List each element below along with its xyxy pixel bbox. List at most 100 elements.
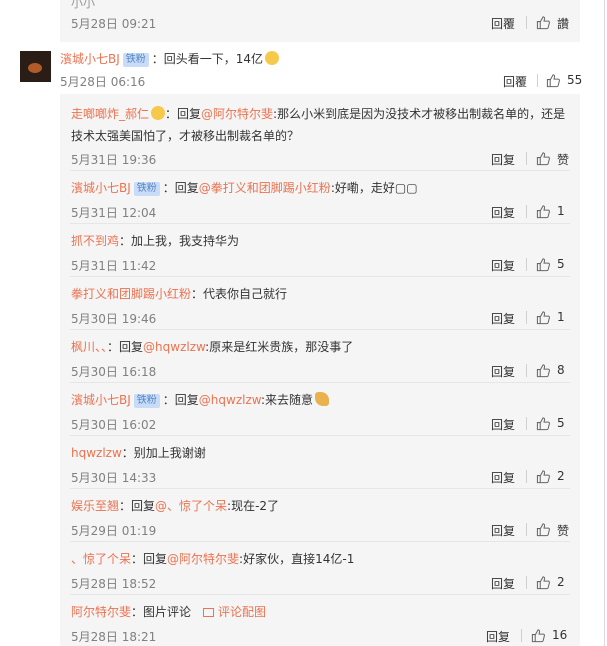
avatar[interactable]	[20, 51, 51, 82]
emoji-icon	[265, 51, 280, 65]
mention-link[interactable]: @阿尔特尔斐	[167, 552, 239, 566]
action-divider	[526, 152, 527, 165]
action-divider	[521, 629, 522, 642]
reply-button[interactable]: 回复	[486, 628, 510, 645]
reply-username[interactable]: 枫川、、	[71, 340, 107, 354]
thumbs-up-icon	[546, 74, 560, 88]
comment-thread: 小小 5月28日 09:21 回覆 讚 濱城小七BJ 铁粉 ：回头看一下，14亿 5…	[0, 0, 607, 646]
reply-time: 5月31日 11:42	[71, 259, 157, 273]
like-count: 1	[557, 204, 565, 218]
like-count: 1	[557, 310, 565, 324]
like-count: 5	[557, 257, 565, 271]
mention-link[interactable]: @hqwzlzw	[199, 393, 261, 407]
reply-username[interactable]: 娱乐至翘	[71, 499, 119, 513]
like-count: 2	[557, 469, 565, 483]
reply-time: 5月30日 16:02	[71, 418, 157, 432]
reply-item: 濱城小七BJ 铁粉 ：回复@拳打义和团脚踢小红粉:好嘞，走好▢▢ 5月31日 12:…	[60, 171, 580, 224]
reply-text-line: 拳打义和团脚踢小红粉：代表你自己就行	[71, 283, 570, 305]
emoji-icon	[314, 392, 329, 406]
like-count: 55	[567, 73, 583, 87]
mention-link[interactable]: @、惊了个呆	[155, 499, 227, 513]
reply-prefix: ：回复	[162, 181, 199, 195]
cutoff-text: 小小	[71, 0, 96, 10]
thumbs-up-icon	[531, 629, 545, 643]
reply-button[interactable]: 回覆	[503, 73, 527, 90]
thumbs-up-icon	[536, 576, 550, 590]
reply-button[interactable]: 回复	[491, 257, 515, 274]
mention-link[interactable]: @拳打义和团脚踢小红粉	[199, 181, 331, 195]
reply-time: 5月30日 19:46	[71, 312, 157, 326]
thumbs-up-icon	[536, 523, 550, 537]
mention-link[interactable]: @阿尔特尔斐	[201, 107, 273, 121]
action-divider	[526, 576, 527, 589]
thumbs-up-icon	[536, 152, 550, 166]
reply-item: 娱乐至翘：回复@、惊了个呆:现在-2了 5月29日 01:19 回复 赞	[60, 489, 580, 542]
reply-item: 濱城小七BJ 铁粉 ：回复@hqwzlzw:来去随意 5月30日 16:02 回复 …	[60, 383, 580, 436]
reply-item: 抓不到鸡：加上我，我支持华为 5月31日 11:42 回复 5	[60, 224, 580, 277]
comment-username[interactable]: 濱城小七BJ	[60, 52, 120, 66]
action-divider	[526, 16, 527, 29]
like-count: 2	[557, 575, 565, 589]
like-count: 16	[552, 628, 568, 642]
reply-prefix: ：回复	[162, 393, 199, 407]
reply-time: 5月28日 18:52	[71, 577, 157, 591]
like-count: 赞	[557, 524, 570, 538]
reply-item: 拳打义和团脚踢小红粉：代表你自己就行 5月30日 19:46 回复 1	[60, 277, 580, 330]
reply-username[interactable]: 濱城小七BJ	[71, 181, 131, 195]
reply-text-line: 走啷啷炸_郝仁 ：回复@阿尔特尔斐:那么小米到底是因为没技术才被移出制裁名单的，还…	[71, 103, 570, 147]
image-comment-link[interactable]: 评论配图	[218, 605, 266, 619]
like-count: 赞	[557, 153, 570, 167]
action-divider	[526, 470, 527, 483]
thumbs-up-icon	[536, 258, 550, 272]
reply-button[interactable]: 回复	[491, 575, 515, 592]
reply-text: :来去随意	[260, 393, 313, 407]
reply-time: 5月30日 14:33	[71, 471, 157, 485]
thumbs-up-icon	[536, 364, 550, 378]
mention-link[interactable]: @hqwzlzw	[143, 340, 205, 354]
reply-item: 走啷啷炸_郝仁 ：回复@阿尔特尔斐:那么小米到底是因为没技术才被移出制裁名单的，还…	[60, 94, 580, 171]
action-divider	[526, 205, 527, 218]
thumbs-up-icon	[536, 16, 550, 30]
like-label: 讚	[557, 17, 570, 31]
reply-button[interactable]: 回复	[491, 416, 515, 433]
reply-username[interactable]: 、惊了个呆	[71, 552, 131, 566]
reply-item: 枫川、、：回复@hqwzlzw:原来是红米贵族，那没事了 5月30日 16:18…	[60, 330, 580, 383]
reply-text-line: 、惊了个呆：回复@阿尔特尔斐:好家伙，直接14亿-1	[71, 548, 570, 570]
reply-username[interactable]: hqwzlzw	[71, 446, 122, 460]
reply-time: 5月30日 16:18	[71, 365, 157, 379]
thumbs-up-icon	[536, 311, 550, 325]
reply-text-line: hqwzlzw：别加上我谢谢	[71, 442, 570, 464]
previous-reply: 小小 5月28日 09:21 回覆 讚	[60, 0, 580, 42]
reply-item: 、惊了个呆：回复@阿尔特尔斐:好家伙，直接14亿-1 5月28日 18:52 回…	[60, 542, 580, 595]
reply-button[interactable]: 回复	[491, 151, 515, 168]
reply-button[interactable]: 回复	[491, 310, 515, 327]
reply-text: ：图片评论	[131, 605, 192, 619]
action-divider	[526, 311, 527, 324]
main-comment: 濱城小七BJ 铁粉 ：回头看一下，14亿 5月28日 06:16 回覆 55	[0, 42, 604, 94]
reply-text: ：加上我，我支持华为	[119, 234, 240, 248]
action-divider	[526, 417, 527, 430]
comment-text: ：回头看一下，14亿	[151, 52, 264, 66]
reply-button[interactable]: 回复	[491, 204, 515, 221]
fan-badge[interactable]: 铁粉	[133, 394, 160, 408]
comment-text-line: 濱城小七BJ 铁粉 ：回头看一下，14亿	[60, 50, 280, 68]
reply-item: 阿尔特尔斐：图片评论 评论配图 5月28日 18:21 回复 16	[60, 595, 580, 646]
reply-username[interactable]: 濱城小七BJ	[71, 393, 131, 407]
reply-text-line: 枫川、、：回复@hqwzlzw:原来是红米贵族，那没事了	[71, 336, 570, 358]
reply-username[interactable]: 拳打义和团脚踢小红粉	[71, 287, 191, 301]
reply-username[interactable]: 抓不到鸡	[71, 234, 119, 248]
action-divider	[526, 364, 527, 377]
reply-text: :原来是红米贵族，那没事了	[205, 340, 354, 354]
image-icon	[203, 608, 215, 617]
reply-button[interactable]: 回复	[491, 363, 515, 380]
reply-username[interactable]: 阿尔特尔斐	[71, 605, 131, 619]
reply-text-line: 娱乐至翘：回复@、惊了个呆:现在-2了	[71, 495, 570, 517]
fan-badge[interactable]: 铁粉	[122, 53, 149, 67]
reply-prefix: ：回复	[107, 340, 144, 354]
reply-username[interactable]: 走啷啷炸_郝仁	[71, 107, 149, 121]
fan-badge[interactable]: 铁粉	[133, 182, 160, 196]
like-count: 8	[557, 363, 565, 377]
reply-button[interactable]: 回复	[491, 522, 515, 539]
reply-button[interactable]: 回复	[491, 469, 515, 486]
reply-button[interactable]: 回覆	[491, 15, 515, 32]
